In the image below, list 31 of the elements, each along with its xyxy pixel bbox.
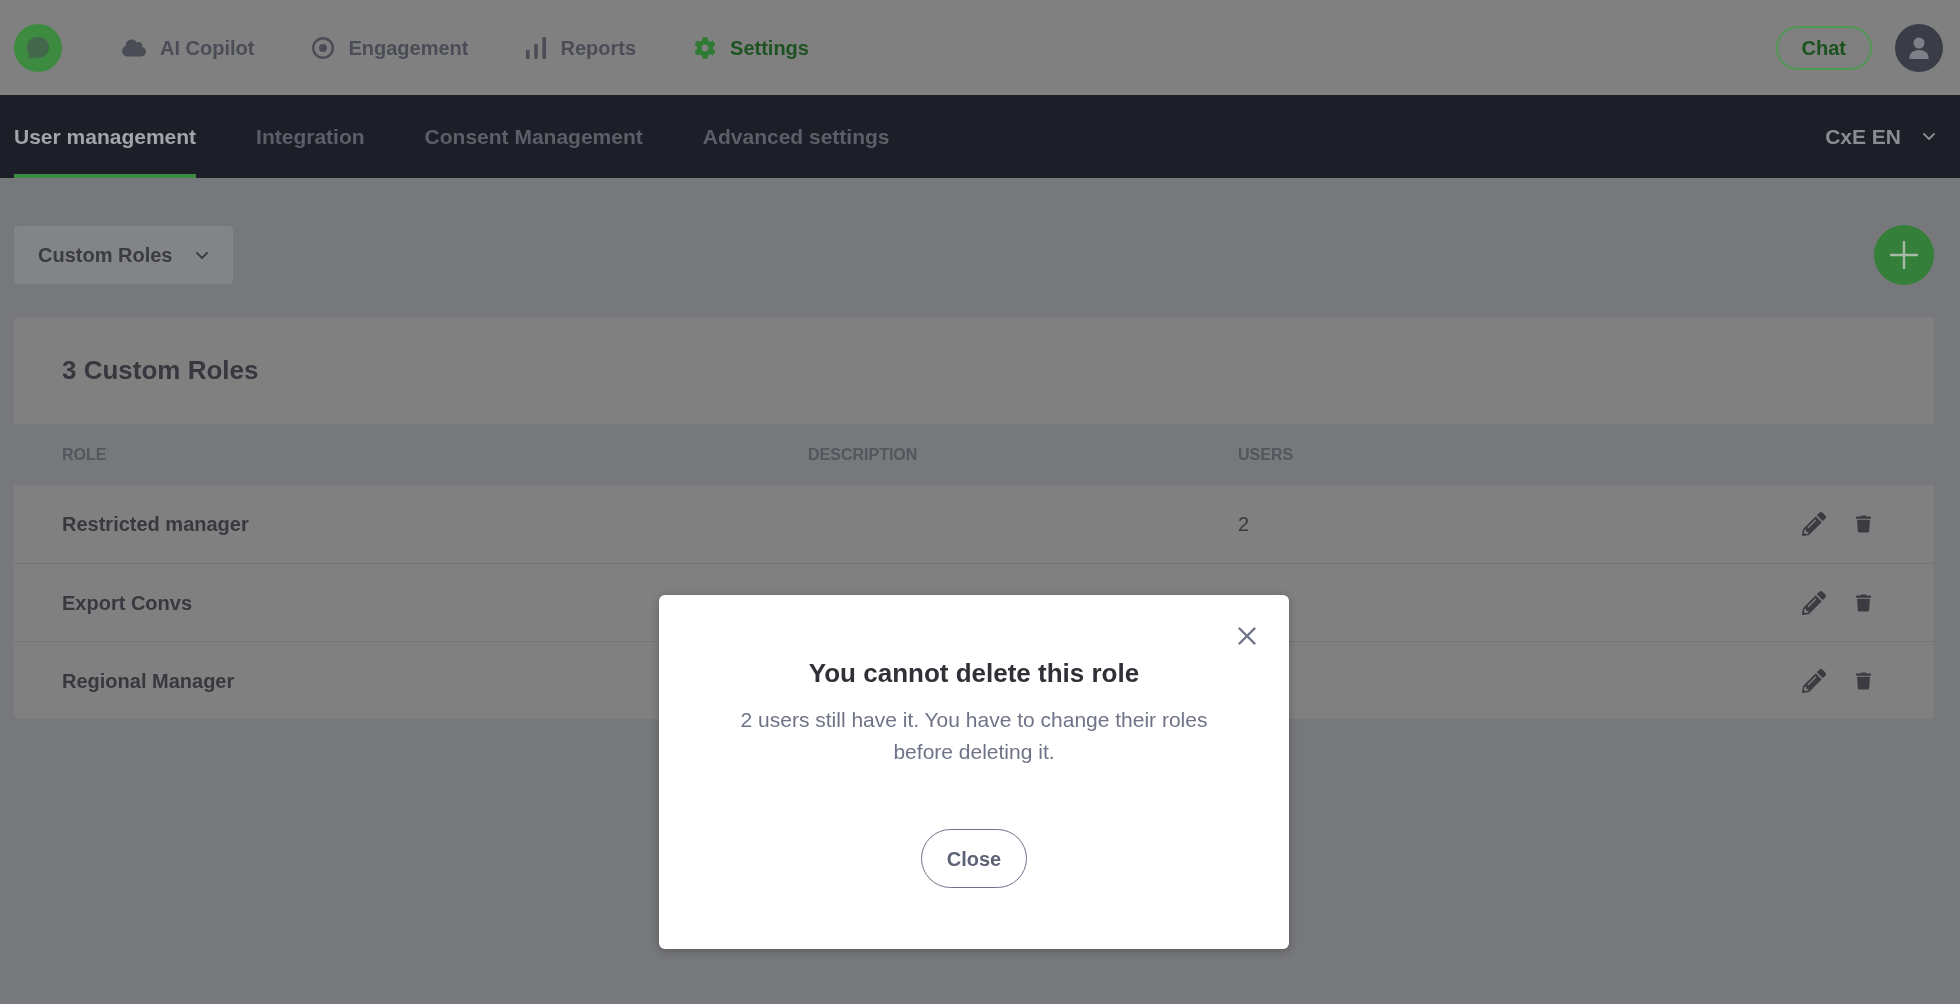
language-dropdown[interactable]: CxE EN (1825, 95, 1935, 178)
pencil-icon[interactable] (1802, 512, 1826, 536)
plus-icon (1890, 241, 1918, 269)
close-icon[interactable] (1238, 627, 1256, 645)
settings-tab[interactable]: Integration (256, 95, 365, 178)
logo-icon[interactable] (14, 23, 62, 72)
chevron-down-icon (1923, 133, 1935, 140)
target-icon (312, 36, 335, 59)
chevron-down-icon (196, 251, 209, 259)
trash-icon[interactable] (1856, 593, 1871, 612)
card-title: 3 Custom Roles (62, 354, 259, 387)
chat-button[interactable]: Chat (1775, 25, 1872, 70)
settings-tab[interactable]: Consent Management (424, 95, 643, 178)
dialog-message: 2 users still have it. You have to change their roles before deleting it. (739, 707, 1209, 765)
trash-icon[interactable] (1856, 515, 1871, 533)
dialog-title: You cannot delete this role (808, 657, 1140, 689)
trash-icon[interactable] (1856, 671, 1871, 690)
avatar-icon[interactable] (1895, 23, 1943, 72)
role-name: Regional Manager (62, 668, 235, 694)
pencil-icon[interactable] (1802, 668, 1826, 693)
role-filter-dropdown[interactable]: Custom Roles (14, 226, 233, 284)
nav-item[interactable]: Settings (694, 32, 809, 63)
add-button[interactable] (1874, 225, 1934, 285)
settings-tab[interactable]: User management (14, 95, 197, 178)
role-name: Export Convs (62, 590, 193, 616)
bar-chart-icon (526, 36, 547, 59)
user-count: 2 (1238, 513, 1250, 535)
settings-tab[interactable]: Advanced settings (702, 95, 890, 178)
gear-icon (694, 36, 717, 59)
role-name: Restricted manager (62, 512, 249, 537)
pencil-icon[interactable] (1802, 590, 1826, 615)
